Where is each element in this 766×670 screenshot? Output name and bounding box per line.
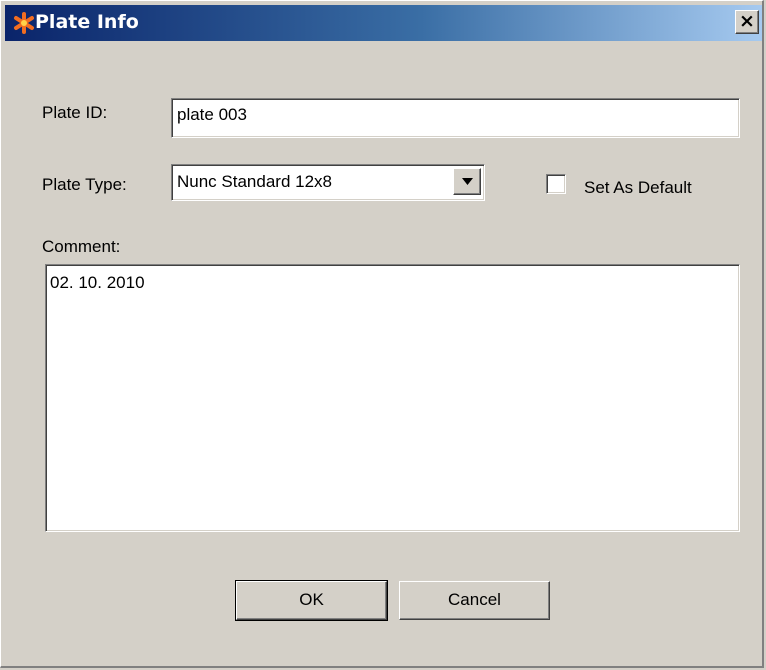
title-bar[interactable]: Plate Info × [5, 5, 762, 41]
plate-id-input[interactable]: plate 003 [171, 98, 740, 138]
comment-value: 02. 10. 2010 [50, 273, 145, 292]
dialog-window: Plate Info × Plate ID: plate 003 Plate T… [0, 0, 764, 668]
plate-id-label: Plate ID: [42, 103, 108, 122]
close-button[interactable]: × [735, 10, 759, 34]
plate-type-dropdown[interactable]: Nunc Standard 12x8 [171, 164, 485, 201]
cancel-button[interactable]: Cancel [399, 581, 550, 620]
window-title: Plate Info [35, 11, 139, 33]
ok-button[interactable]: OK [235, 580, 388, 621]
set-as-default-label: Set As Default [584, 178, 692, 197]
set-as-default-checkbox[interactable] [546, 174, 566, 194]
asterisk-app-icon [14, 12, 34, 34]
dropdown-arrow-button[interactable] [453, 168, 481, 195]
chevron-down-icon [462, 178, 473, 185]
comment-label: Comment: [42, 237, 121, 256]
plate-type-value: Nunc Standard 12x8 [177, 172, 332, 191]
plate-id-value: plate 003 [177, 105, 247, 124]
close-icon: × [739, 10, 755, 32]
plate-type-label: Plate Type: [42, 175, 127, 194]
comment-textarea[interactable]: 02. 10. 2010 [45, 264, 740, 532]
